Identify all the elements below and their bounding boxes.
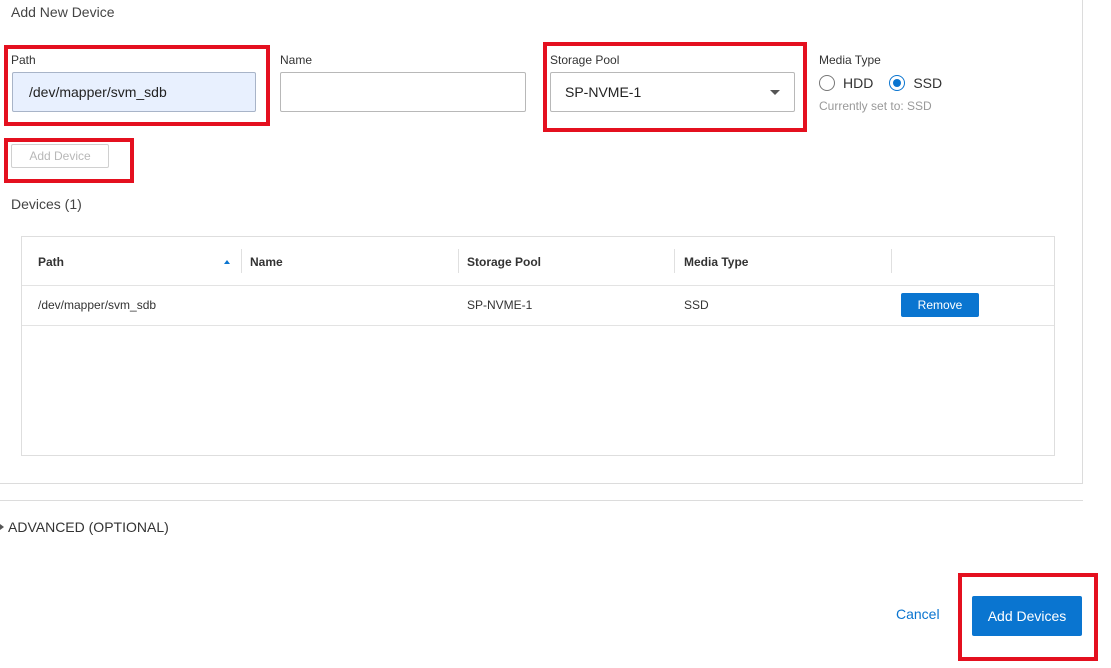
remove-button[interactable]: Remove bbox=[901, 293, 979, 317]
path-label: Path bbox=[11, 53, 36, 67]
column-divider bbox=[458, 249, 459, 273]
radio-unchecked-icon bbox=[819, 75, 835, 91]
media-type-hdd-radio[interactable]: HDD bbox=[819, 75, 873, 91]
path-input[interactable]: /dev/mapper/svm_sdb bbox=[12, 72, 256, 112]
storage-pool-value: SP-NVME-1 bbox=[565, 84, 642, 100]
sort-ascending-icon[interactable] bbox=[224, 260, 230, 264]
column-divider bbox=[674, 249, 675, 273]
devices-title: Devices (1) bbox=[11, 196, 82, 212]
add-device-panel: Add New Device Path /dev/mapper/svm_sdb … bbox=[0, 0, 1083, 484]
add-device-button[interactable]: Add Device bbox=[11, 144, 109, 168]
column-header-path[interactable]: Path bbox=[38, 237, 64, 286]
section-divider bbox=[0, 500, 1083, 501]
cell-storage-pool: SP-NVME-1 bbox=[467, 298, 533, 312]
table-row: /dev/mapper/svm_sdb SP-NVME-1 SSD Remove bbox=[22, 286, 1054, 326]
cancel-button[interactable]: Cancel bbox=[896, 606, 940, 622]
column-header-name[interactable]: Name bbox=[250, 237, 283, 286]
column-header-storage-pool[interactable]: Storage Pool bbox=[467, 237, 541, 286]
media-type-hint: Currently set to: SSD bbox=[819, 99, 932, 113]
chevron-right-icon bbox=[0, 524, 4, 530]
name-input[interactable] bbox=[280, 72, 526, 112]
table-header: Path Name Storage Pool Media Type bbox=[22, 237, 1054, 286]
cell-media-type: SSD bbox=[684, 298, 709, 312]
section-title: Add New Device bbox=[11, 4, 115, 20]
column-divider bbox=[241, 249, 242, 273]
column-divider bbox=[891, 249, 892, 273]
radio-checked-icon bbox=[889, 75, 906, 91]
cell-path: /dev/mapper/svm_sdb bbox=[38, 298, 157, 312]
storage-pool-select[interactable]: SP-NVME-1 bbox=[550, 72, 795, 112]
media-type-radio-group: HDD SSD bbox=[819, 75, 958, 91]
advanced-toggle[interactable]: ADVANCED (OPTIONAL) bbox=[0, 519, 169, 535]
add-devices-button[interactable]: Add Devices bbox=[972, 596, 1082, 636]
devices-table: Path Name Storage Pool Media Type /dev/m… bbox=[21, 236, 1055, 456]
storage-pool-label: Storage Pool bbox=[550, 53, 620, 67]
media-type-ssd-radio[interactable]: SSD bbox=[889, 75, 942, 91]
column-header-media-type[interactable]: Media Type bbox=[684, 237, 748, 286]
name-label: Name bbox=[280, 53, 313, 67]
radio-label-hdd: HDD bbox=[843, 75, 874, 91]
radio-label-ssd: SSD bbox=[913, 75, 943, 91]
chevron-down-icon bbox=[770, 89, 780, 95]
advanced-label: ADVANCED (OPTIONAL) bbox=[8, 519, 169, 535]
media-type-label: Media Type bbox=[819, 53, 881, 67]
